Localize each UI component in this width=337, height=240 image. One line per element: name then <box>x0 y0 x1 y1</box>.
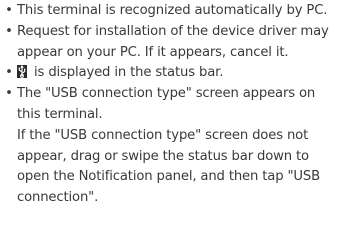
list-item-text: The "USB connection type" screen appears… <box>17 86 316 122</box>
bullet: • <box>5 3 13 18</box>
bullet-list: • This terminal is recognized automatical… <box>0 1 333 209</box>
list-item-subtext: If the "USB connection type" screen does… <box>17 127 321 206</box>
list-item-text: is displayed in the status bar. <box>30 65 224 81</box>
bullet: • <box>5 65 13 81</box>
list-item: • The "USB connection type" screen appear… <box>0 84 333 209</box>
bullet: • <box>5 86 13 102</box>
list-item: • Request for installation of the device … <box>0 22 333 64</box>
usb-icon <box>17 65 27 79</box>
bullet: • <box>5 23 13 39</box>
list-item: • is displayed in the status bar. <box>0 63 333 84</box>
list-item: • This terminal is recognized automatical… <box>0 1 333 22</box>
list-item-text: Request for installation of the device d… <box>17 23 329 60</box>
list-item-text: This terminal is recognized automaticall… <box>17 3 328 18</box>
